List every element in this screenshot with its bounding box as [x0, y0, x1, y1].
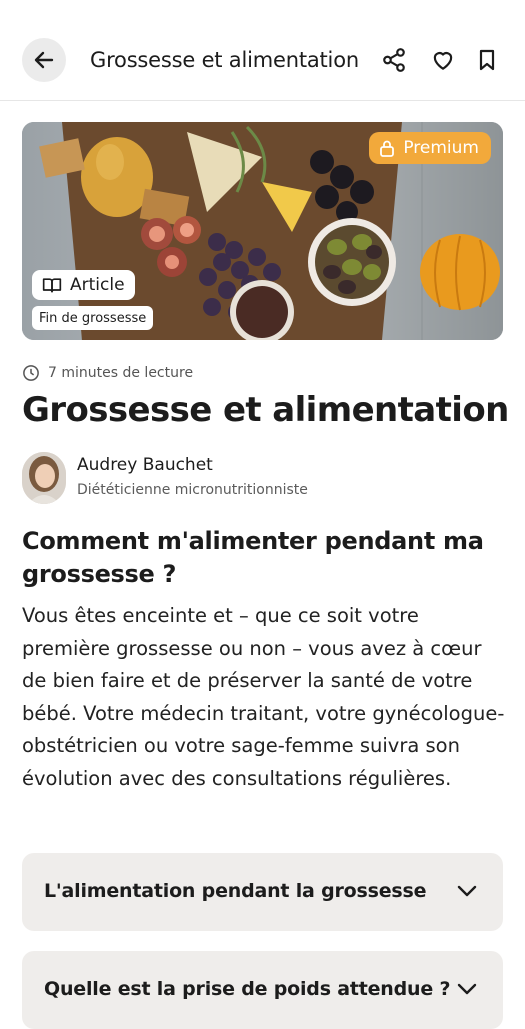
bookmark-icon: [479, 49, 495, 71]
share-button[interactable]: [380, 46, 408, 74]
premium-label: Premium: [403, 138, 479, 158]
avatar: [22, 452, 66, 504]
hero-image: Premium Article Fin de grossesse: [22, 122, 503, 340]
article-intro: Vous êtes enceinte et – que ce soit votr…: [22, 604, 505, 790]
clock-icon: [23, 365, 39, 381]
article-title: Grossesse et alimentation: [22, 390, 509, 430]
book-icon: [42, 278, 62, 293]
header-title: Grossesse et alimentation: [90, 48, 359, 72]
accordion-label: L'alimentation pendant la grossesse: [44, 880, 427, 902]
author-name: Audrey Bauchet: [77, 455, 213, 475]
accordion-item[interactable]: L'alimentation pendant la grossesse: [22, 853, 503, 931]
heart-icon: [433, 52, 453, 70]
lock-icon: [380, 140, 395, 157]
chevron-down-icon: [457, 885, 477, 897]
arrow-left-icon: [34, 51, 54, 69]
favorite-button[interactable]: [429, 46, 457, 74]
article-type-label: Article: [70, 275, 125, 295]
author-photo: [22, 452, 66, 504]
article-type-badge: Article: [32, 270, 135, 300]
section-heading: Comment m'alimenter pendant ma grossesse…: [22, 527, 484, 588]
category-tag: Fin de grossesse: [32, 306, 154, 330]
back-button[interactable]: [22, 38, 66, 82]
premium-badge: Premium: [369, 132, 491, 164]
share-icon: [383, 48, 405, 72]
bookmark-button[interactable]: [473, 46, 501, 74]
top-bar: Grossesse et alimentation: [0, 0, 525, 101]
accordion-item[interactable]: Quelle est la prise de poids attendue ?: [22, 951, 503, 1029]
author-role: Diététicienne micronutritionniste: [77, 482, 308, 498]
accordion-label: Quelle est la prise de poids attendue ?: [44, 978, 451, 1000]
read-time-label: 7 minutes de lecture: [48, 365, 194, 381]
chevron-down-icon: [457, 983, 477, 995]
category-tag-label: Fin de grossesse: [39, 310, 147, 326]
author-block[interactable]: Audrey Bauchet Diététicienne micronutrit…: [22, 452, 502, 504]
read-time: 7 minutes de lecture: [22, 364, 193, 382]
